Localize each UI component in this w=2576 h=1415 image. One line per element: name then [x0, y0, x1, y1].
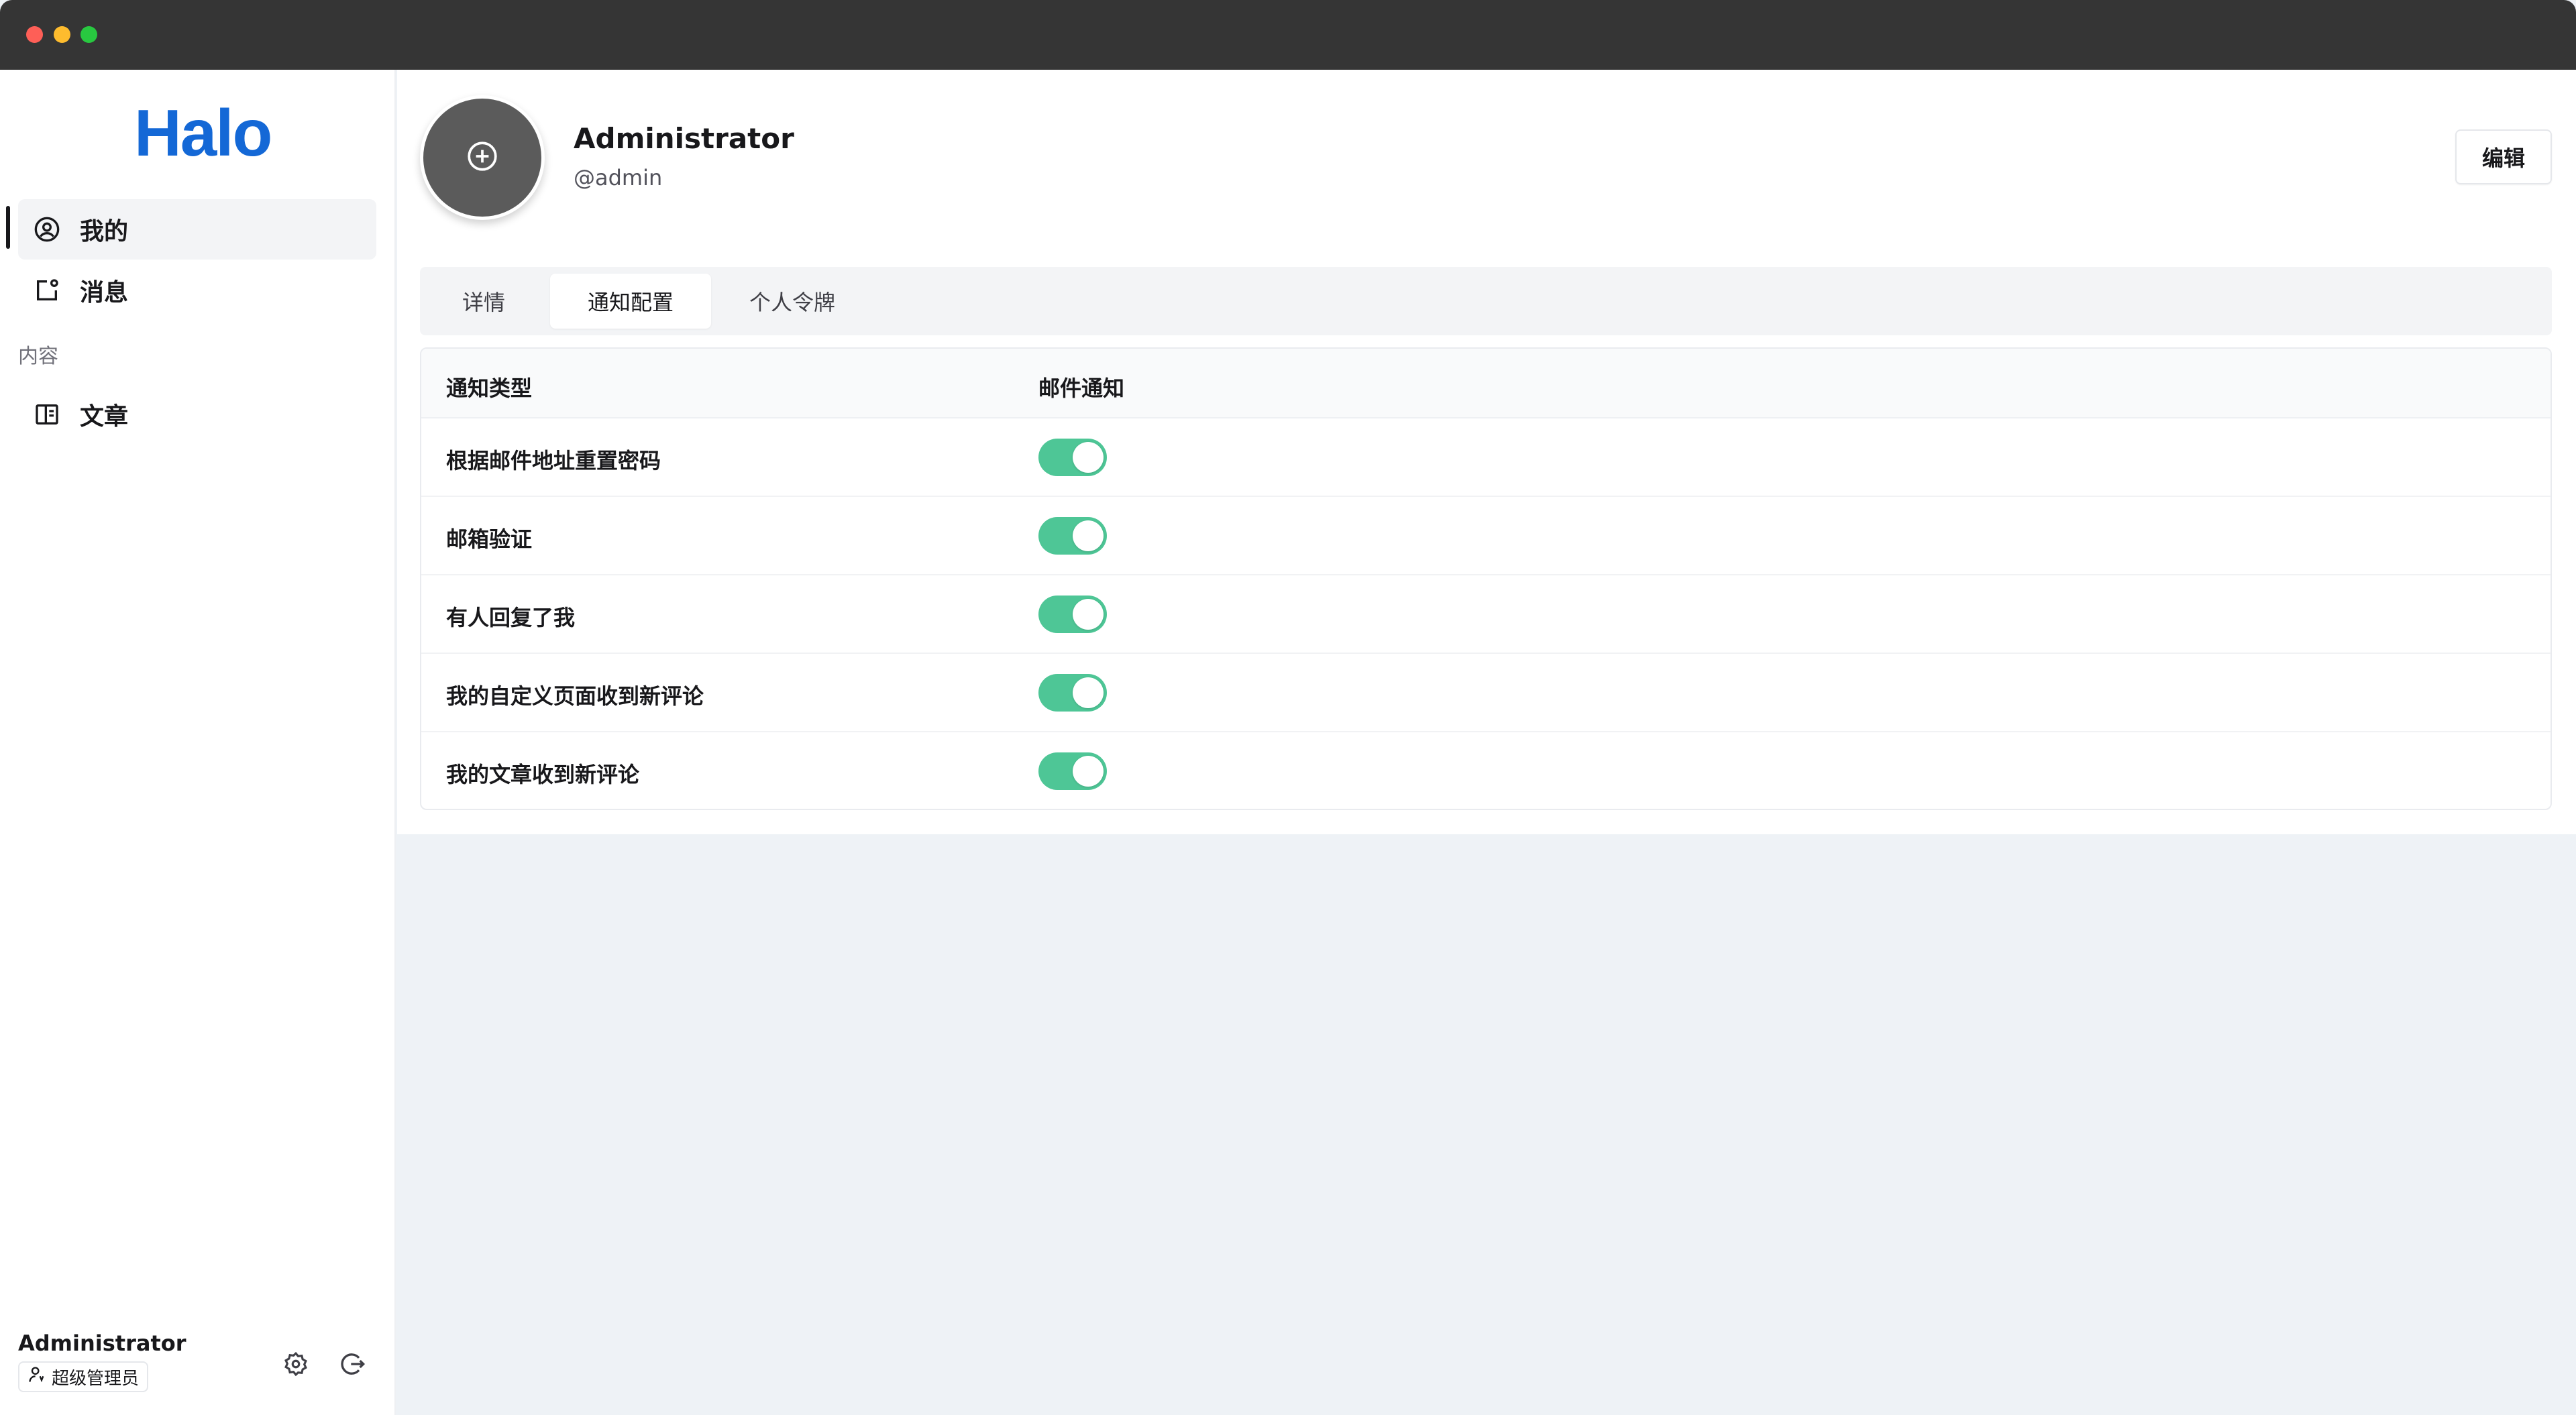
notification-type-label: 邮箱验证: [446, 526, 533, 552]
toggle-knob: [1073, 520, 1104, 551]
sidebar-item-label: 消息: [80, 279, 129, 306]
tab-notification-settings[interactable]: 通知配置: [550, 274, 711, 329]
notification-type-label: 根据邮件地址重置密码: [446, 448, 661, 473]
sidebar: Halo 我的 消息 内容 文章 Administrator 超级管理员: [0, 70, 396, 1415]
email-notification-toggle[interactable]: [1038, 674, 1107, 712]
plus-circle-icon[interactable]: [466, 139, 499, 176]
email-notification-toggle[interactable]: [1038, 752, 1107, 790]
profile-name: Administrator: [574, 122, 794, 155]
window-close-button[interactable]: [26, 26, 43, 43]
role-badge: 超级管理员: [18, 1361, 149, 1392]
sidebar-item-messages[interactable]: 消息: [18, 260, 376, 321]
notification-type-label: 我的自定义页面收到新评论: [446, 683, 704, 709]
user-circle-icon: [33, 215, 61, 243]
active-indicator: [6, 206, 10, 249]
window-minimize-button[interactable]: [54, 26, 70, 43]
email-notification-toggle[interactable]: [1038, 596, 1107, 633]
user-role-icon: [28, 1365, 46, 1389]
sidebar-item-label: 文章: [80, 403, 129, 431]
window-maximize-button[interactable]: [80, 26, 97, 43]
book-icon: [33, 400, 61, 429]
role-label: 超级管理员: [52, 1368, 140, 1389]
tab-personal-tokens[interactable]: 个人令牌: [719, 274, 865, 329]
toggle-knob: [1073, 756, 1104, 787]
table-row: 有人回复了我: [421, 575, 2551, 654]
email-notification-toggle[interactable]: [1038, 517, 1107, 555]
notification-type-label: 有人回复了我: [446, 605, 576, 630]
profile-tabs: 详情 通知配置 个人令牌: [420, 267, 2552, 335]
table-row: 我的文章收到新评论: [421, 732, 2551, 809]
avatar[interactable]: [420, 95, 545, 220]
toggle-knob: [1073, 677, 1104, 708]
settings-icon[interactable]: [280, 1349, 311, 1379]
profile-handle: @admin: [574, 165, 663, 190]
table-header: 通知类型 邮件通知: [421, 349, 2551, 418]
notification-settings-table: 通知类型 邮件通知 根据邮件地址重置密码 邮箱验证 有人回复了我 我的自定义页面…: [420, 347, 2552, 810]
table-row: 我的自定义页面收到新评论: [421, 654, 2551, 732]
column-header-notification-type: 通知类型: [446, 376, 533, 401]
toggle-knob: [1073, 442, 1104, 473]
sidebar-item-posts[interactable]: 文章: [18, 384, 376, 445]
halo-logo[interactable]: Halo: [134, 95, 272, 171]
window-titlebar: [0, 0, 2576, 70]
column-header-email: 邮件通知: [1038, 376, 1125, 401]
tab-details[interactable]: 详情: [420, 274, 547, 329]
notification-type-label: 我的文章收到新评论: [446, 762, 640, 787]
notification-icon: [33, 276, 61, 304]
sidebar-item-label: 我的: [80, 218, 129, 245]
sidebar-item-profile[interactable]: 我的: [18, 199, 376, 260]
toggle-knob: [1073, 599, 1104, 630]
edit-button[interactable]: 编辑: [2455, 129, 2552, 184]
current-user: Administrator 超级管理员: [18, 1331, 186, 1392]
nav-group-label: 内容: [18, 345, 58, 368]
table-row: 邮箱验证: [421, 497, 2551, 575]
user-name: Administrator: [18, 1331, 186, 1356]
table-row: 根据邮件地址重置密码: [421, 418, 2551, 497]
email-notification-toggle[interactable]: [1038, 439, 1107, 476]
logout-icon[interactable]: [337, 1349, 368, 1379]
